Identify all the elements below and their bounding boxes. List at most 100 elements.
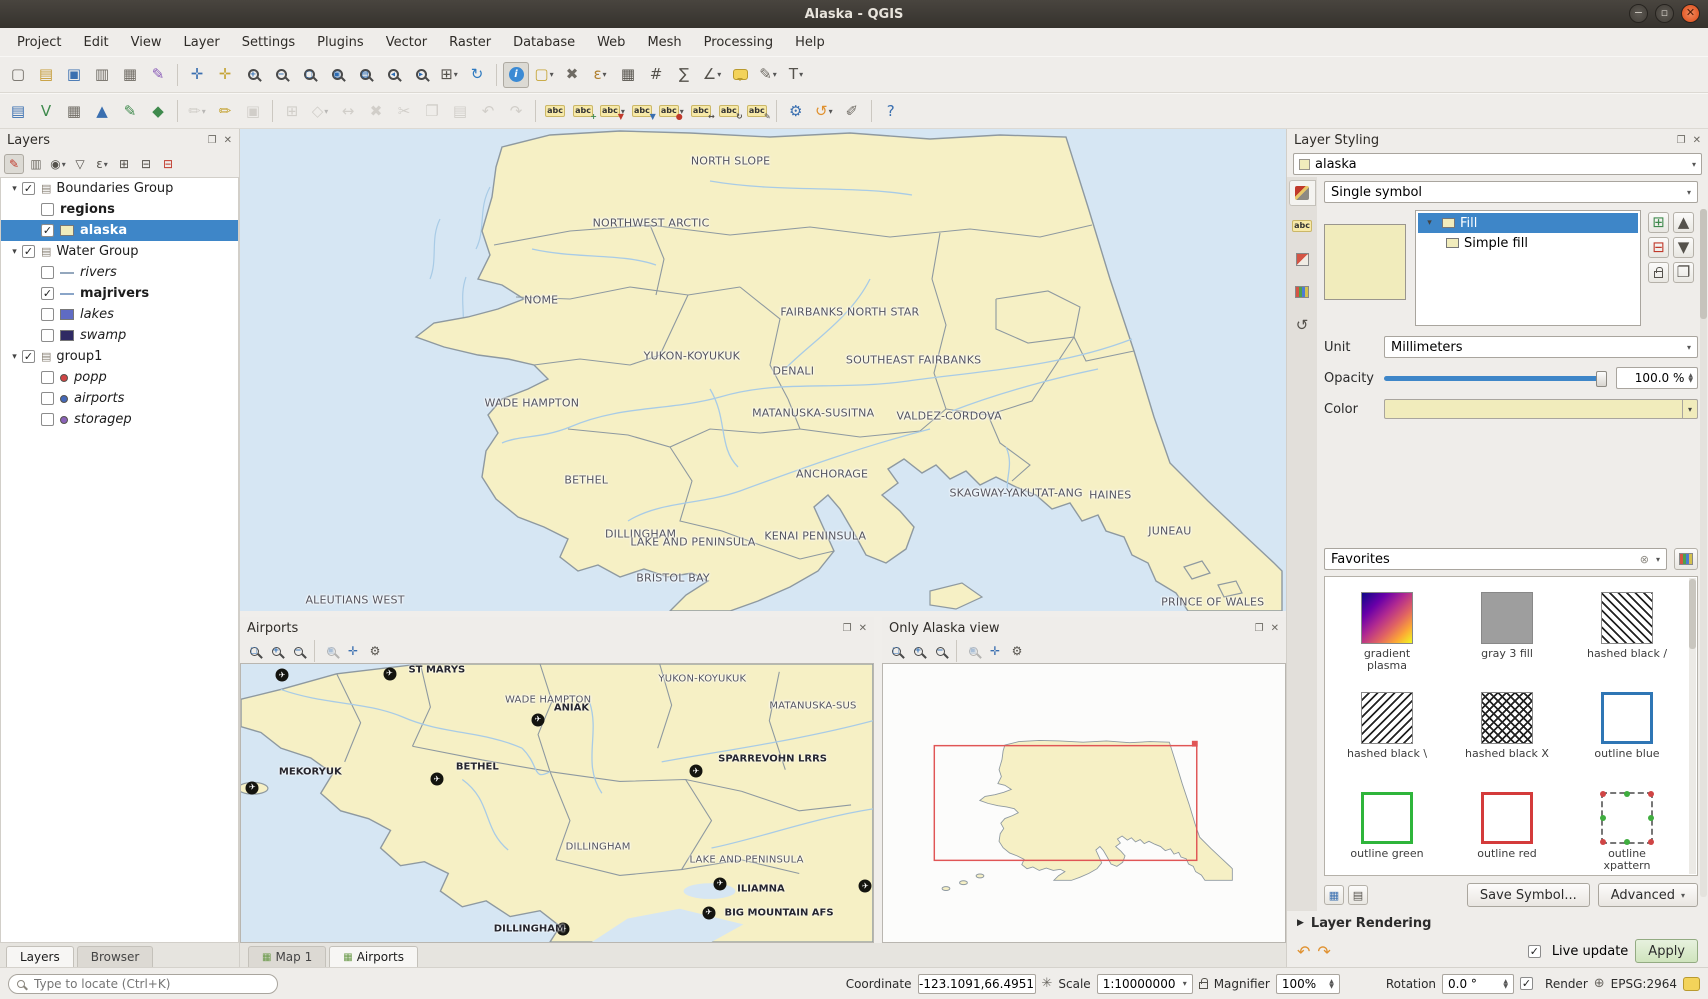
zoom-to-selection-button[interactable]: ▣ [324, 62, 350, 88]
expand-arrow-icon[interactable]: ▾ [7, 184, 22, 194]
save-layer-edits-button[interactable]: ▣ [240, 98, 266, 124]
pin-unpin-labels-button[interactable]: abc▼▾ [598, 98, 627, 124]
remove-layer-button[interactable]: ⊟ [158, 154, 178, 174]
close-panel-icon[interactable]: ✕ [1271, 623, 1279, 634]
redo-style-icon[interactable]: ↷ [1317, 942, 1330, 961]
zoom-full-button[interactable]: □ [886, 641, 906, 661]
delete-selected-button[interactable]: ✖ [363, 98, 389, 124]
change-label-button[interactable]: abc✎ [744, 98, 770, 124]
scrollbar[interactable] [1700, 209, 1707, 897]
zoom-to-layer-button[interactable]: ▤ [352, 62, 378, 88]
unit-select[interactable]: Millimeters ▾ [1384, 336, 1698, 358]
statistics-summary-button[interactable]: ∑ [671, 62, 697, 88]
rotate-label-button[interactable]: abc↻ [716, 98, 742, 124]
toggle-editing-button[interactable]: ✏ [212, 98, 238, 124]
zoom-last-button[interactable]: ◂ [380, 62, 406, 88]
advanced-button[interactable]: Advanced ▾ [1598, 883, 1698, 907]
symbol-filter-select[interactable]: Favorites ⊗ ▾ [1324, 548, 1667, 570]
layer-row-water-group[interactable]: ▾✓▤Water Group [1, 241, 238, 262]
layer-row-lakes[interactable]: lakes [1, 304, 238, 325]
symbol-outline-green[interactable]: outline green [1327, 783, 1447, 876]
add-feature-button[interactable]: ⊞ [279, 98, 305, 124]
diagrams-tab[interactable] [1289, 279, 1316, 305]
layer-checkbox[interactable] [41, 308, 54, 321]
new-map-view-button[interactable]: ⊞▾ [436, 62, 462, 88]
layer-checkbox[interactable] [41, 266, 54, 279]
extents-icon[interactable]: ✳ [1042, 976, 1053, 991]
history-tab[interactable]: ↺ [1289, 312, 1316, 338]
identify-features-button[interactable]: i [503, 62, 529, 88]
new-print-layout-button[interactable]: ▥ [89, 62, 115, 88]
data-source-manager-button[interactable]: ▤ [5, 98, 31, 124]
menu-view[interactable]: View [120, 31, 173, 54]
symbol-outline-red[interactable]: outline red [1447, 783, 1567, 876]
zoom-in-button[interactable]: + [908, 641, 928, 661]
opacity-spinbox[interactable]: 100.0 % ▲▼ [1616, 367, 1698, 389]
copy-features-button[interactable]: ❐ [419, 98, 445, 124]
collapse-all-button[interactable]: ⊟ [136, 154, 156, 174]
menu-database[interactable]: Database [502, 31, 586, 54]
symbology-tab[interactable] [1289, 180, 1316, 206]
zoom-to-selection-button[interactable]: ▣ [321, 641, 341, 661]
move-symbol-up-button[interactable]: ▲ [1673, 212, 1694, 233]
layer-checkbox[interactable]: ✓ [41, 287, 54, 300]
manage-map-themes-button[interactable]: ◉▾ [48, 154, 68, 174]
symbol-type-select[interactable]: Single symbol ▾ [1324, 181, 1698, 203]
close-panel-icon[interactable]: ✕ [859, 623, 867, 634]
locator-search[interactable] [8, 974, 278, 994]
duplicate-symbol-layer-button[interactable]: ❐ [1673, 262, 1694, 283]
deselect-features-button[interactable]: ✖ [559, 62, 585, 88]
layer-row-group1[interactable]: ▾✓▤group1 [1, 346, 238, 367]
symbol-gradient-plasma[interactable]: gradient plasma [1327, 583, 1447, 683]
zoom-out-button[interactable]: − [930, 641, 950, 661]
menu-plugins[interactable]: Plugins [306, 31, 375, 54]
pan-map-button[interactable]: ✛ [184, 62, 210, 88]
zoom-next-button[interactable]: ▸ [408, 62, 434, 88]
view-settings-button[interactable]: ⚙ [365, 641, 385, 661]
menu-layer[interactable]: Layer [173, 31, 231, 54]
clear-filter-icon[interactable]: ⊗ [1640, 553, 1649, 566]
new-geopackage-layer-button[interactable]: ◆ [145, 98, 171, 124]
open-layer-styling-button[interactable]: ✎ [4, 154, 24, 174]
layer-checkbox[interactable] [41, 392, 54, 405]
add-raster-layer-button[interactable]: ▦ [61, 98, 87, 124]
scrollbar-thumb[interactable] [1700, 209, 1707, 319]
layer-rendering-section[interactable]: ▶ Layer Rendering [1287, 911, 1708, 935]
menu-settings[interactable]: Settings [231, 31, 306, 54]
layer-row-rivers[interactable]: rivers [1, 262, 238, 283]
menu-project[interactable]: Project [6, 31, 72, 54]
cut-features-button[interactable]: ✂ [391, 98, 417, 124]
layer-row-majrivers[interactable]: ✓majrivers [1, 283, 238, 304]
menu-raster[interactable]: Raster [438, 31, 502, 54]
text-annotation-button[interactable]: T▾ [783, 62, 809, 88]
chevron-down-icon[interactable]: ▾ [1682, 400, 1697, 418]
undock-icon[interactable]: ❐ [1677, 135, 1686, 146]
new-annotation-button[interactable]: ✎▾ [755, 62, 781, 88]
refresh-map-button[interactable]: ↻ [464, 62, 490, 88]
expand-arrow-icon[interactable]: ▾ [7, 352, 22, 362]
filter-by-expression-button[interactable]: ε▾ [92, 154, 112, 174]
expand-arrow[interactable]: ▾ [1422, 218, 1437, 228]
zoom-to-selection-button[interactable]: ▣ [963, 641, 983, 661]
filter-legend-button[interactable]: ▽ [70, 154, 90, 174]
undock-icon[interactable]: ❐ [208, 135, 217, 146]
select-features-button[interactable]: ▢▾ [531, 62, 557, 88]
menu-help[interactable]: Help [784, 31, 836, 54]
list-view-button[interactable]: ▤ [1348, 885, 1368, 905]
add-group-button[interactable]: ▥ [26, 154, 46, 174]
expand-all-button[interactable]: ⊞ [114, 154, 134, 174]
symbol-hashed-black[interactable]: hashed black / [1567, 583, 1687, 683]
messages-icon[interactable] [1683, 977, 1700, 991]
layer-checkbox[interactable] [41, 413, 54, 426]
layer-checkbox[interactable]: ✓ [22, 245, 35, 258]
layer-row-swamp[interactable]: swamp [1, 325, 238, 346]
select-by-expression-button[interactable]: ε▾ [587, 62, 613, 88]
redo-button[interactable]: ↷ [503, 98, 529, 124]
rotation-spinbox[interactable]: 0.0 ° ▲▼ [1442, 974, 1514, 994]
symbol-hashed-black-x[interactable]: hashed black X [1447, 683, 1567, 783]
map-canvas[interactable]: NORTH SLOPENORTHWEST ARCTICNOMEFAIRBANKS… [240, 129, 1286, 611]
spin-arrows-icon[interactable]: ▲▼ [1688, 373, 1693, 383]
menu-web[interactable]: Web [586, 31, 636, 54]
opacity-slider[interactable] [1384, 376, 1604, 381]
pan-view-button[interactable]: ✛ [985, 641, 1005, 661]
